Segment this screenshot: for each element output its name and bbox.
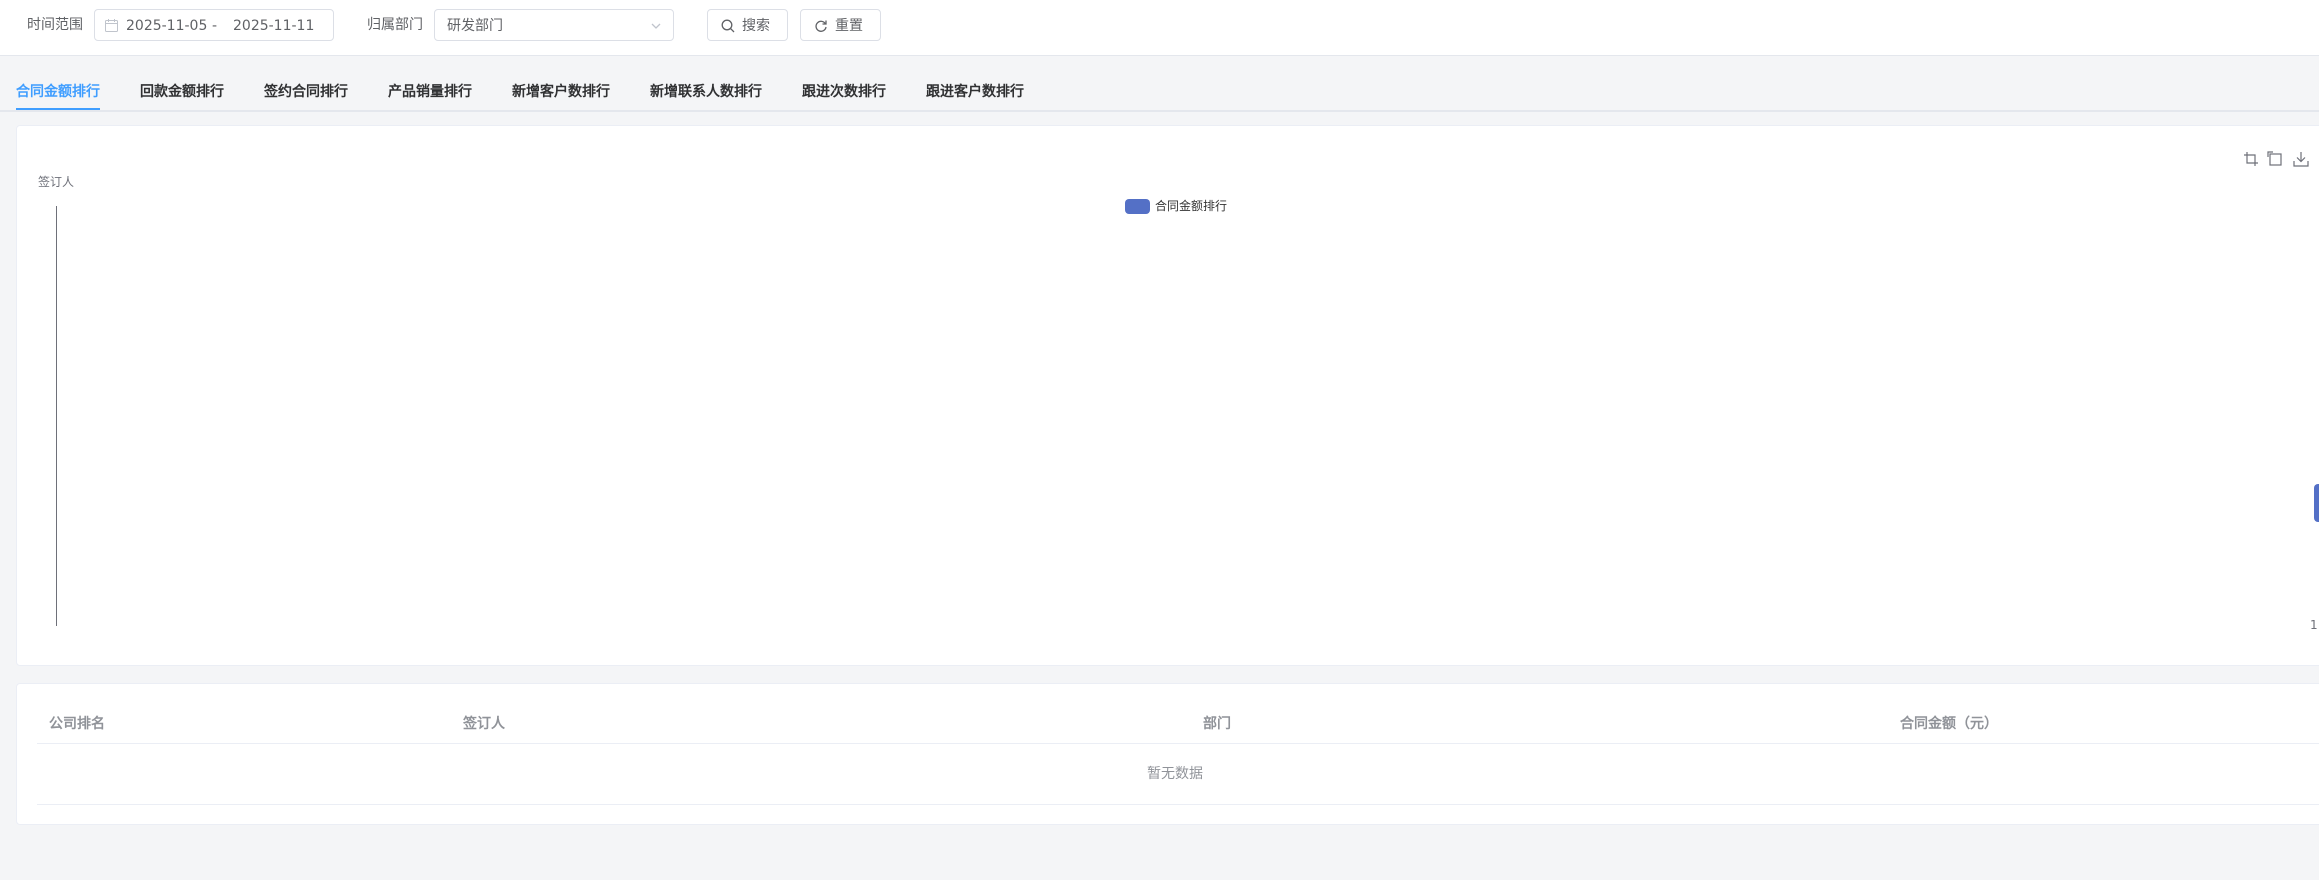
x-tick-label: 1 [2310,618,2318,632]
tab-payment-amount[interactable]: 回款金额排行 [140,82,224,102]
department-select[interactable]: 研发部门 [434,9,674,41]
search-icon [721,19,735,37]
date-start-input[interactable]: 2025-11-05 [126,16,207,36]
tab-product-sales[interactable]: 产品销量排行 [388,82,472,102]
department-select-value: 研发部门 [447,18,503,34]
tab-follow-up-count[interactable]: 跟进次数排行 [802,82,886,102]
chevron-down-icon [650,20,662,36]
department-label: 归属部门 [367,17,423,33]
legend-swatch[interactable] [1125,199,1150,214]
tab-new-customers[interactable]: 新增客户数排行 [512,82,610,102]
search-button[interactable]: 搜索 [707,9,788,41]
reset-button-label: 重置 [835,18,863,34]
calendar-icon [105,19,118,36]
tab-new-contacts[interactable]: 新增联系人数排行 [650,82,762,102]
table-bottom-divider [37,804,2319,805]
date-separator: - [212,18,218,34]
data-zoom-slider-handle[interactable] [2314,484,2319,522]
search-button-label: 搜索 [742,18,770,34]
save-image-icon[interactable] [2293,151,2309,171]
ranking-tabs: 合同金额排行 回款金额排行 签约合同排行 产品销量排行 新增客户数排行 新增联系… [0,72,2319,112]
y-axis-name: 签订人 [38,175,75,189]
filter-bar: 时间范围 2025-11-05 - 2025-11-11 归属部门 研发部门 搜… [0,0,2319,56]
time-range-label: 时间范围 [27,17,83,33]
tab-contract-amount[interactable]: 合同金额排行 [16,82,100,102]
data-zoom-icon[interactable] [2243,151,2259,171]
reset-button[interactable]: 重置 [800,9,881,41]
column-header-department: 部门 [1203,716,1231,732]
active-tab-indicator [16,108,100,110]
y-axis-line [56,206,57,626]
column-header-contract-amount: 合同金额（元） [1900,716,1998,732]
date-end-input[interactable]: 2025-11-11 [233,16,314,36]
legend-label[interactable]: 合同金额排行 [1155,198,1227,214]
column-header-signer: 签订人 [463,716,505,732]
table-empty-text: 暂无数据 [1147,766,1203,782]
zoom-reset-icon[interactable] [2267,151,2283,171]
refresh-icon [814,19,828,37]
tab-follow-up-customers[interactable]: 跟进客户数排行 [926,82,1024,102]
column-header-rank: 公司排名 [49,716,105,732]
tab-signed-contracts[interactable]: 签约合同排行 [264,82,348,102]
date-range-picker[interactable]: 2025-11-05 - 2025-11-11 [94,9,334,41]
table-header-divider [37,743,2319,744]
